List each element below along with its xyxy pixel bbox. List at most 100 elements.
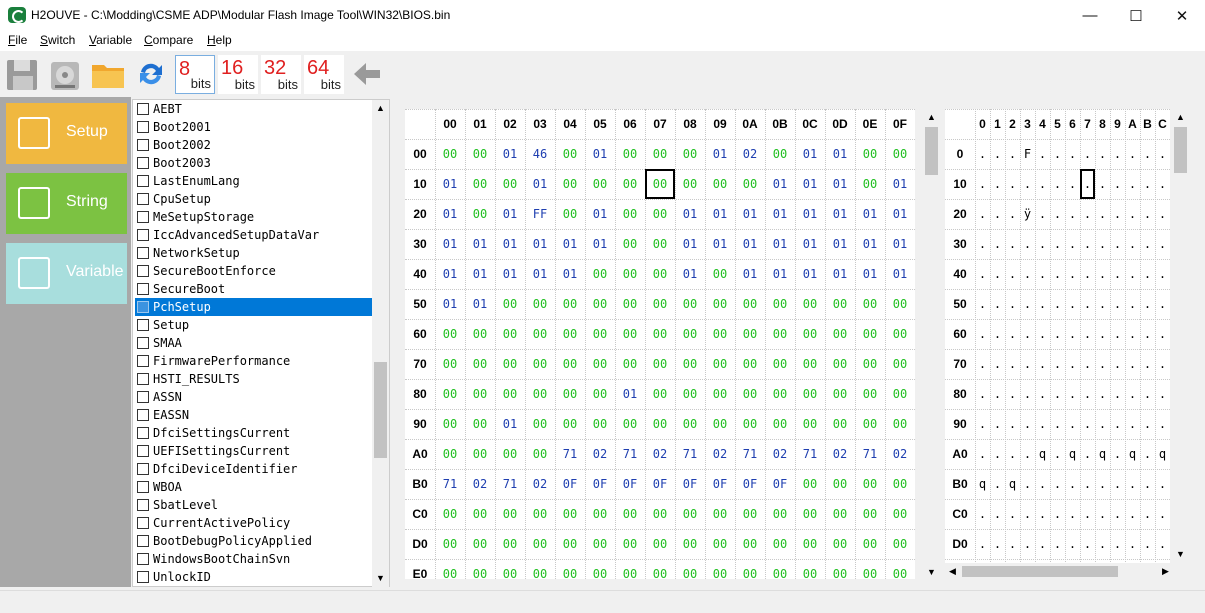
ascii-char[interactable]: . bbox=[990, 169, 1005, 199]
hex-byte[interactable]: 01 bbox=[765, 199, 795, 229]
ascii-char[interactable]: . bbox=[1080, 289, 1095, 319]
hex-byte[interactable]: 00 bbox=[885, 139, 915, 169]
variable-item[interactable]: Boot2001 bbox=[135, 118, 373, 136]
hex-byte[interactable]: 00 bbox=[675, 529, 705, 559]
ascii-char[interactable]: . bbox=[1110, 289, 1125, 319]
hex-byte[interactable]: 01 bbox=[465, 259, 495, 289]
hex-byte[interactable]: 00 bbox=[435, 139, 465, 169]
variable-item[interactable]: CurrentActivePolicy bbox=[135, 514, 373, 532]
hex-byte[interactable]: 00 bbox=[645, 379, 675, 409]
hex-byte[interactable]: 00 bbox=[495, 529, 525, 559]
ascii-char[interactable]: . bbox=[1110, 379, 1125, 409]
hex-byte[interactable]: 00 bbox=[585, 379, 615, 409]
hex-byte[interactable]: 00 bbox=[525, 559, 555, 579]
hex-byte[interactable]: 00 bbox=[525, 379, 555, 409]
ascii-char[interactable]: . bbox=[1140, 349, 1155, 379]
ascii-char[interactable]: . bbox=[1125, 319, 1140, 349]
ascii-char[interactable]: ÿ bbox=[1020, 199, 1035, 229]
hex-byte[interactable]: 00 bbox=[885, 499, 915, 529]
ascii-char[interactable]: . bbox=[1050, 379, 1065, 409]
variable-item[interactable]: SecureBoot bbox=[135, 280, 373, 298]
ascii-char[interactable]: . bbox=[1095, 139, 1110, 169]
variable-item[interactable]: ASSN bbox=[135, 388, 373, 406]
ascii-char[interactable]: . bbox=[1125, 229, 1140, 259]
ascii-char[interactable]: q bbox=[1005, 469, 1020, 499]
ascii-char[interactable]: . bbox=[990, 139, 1005, 169]
hex-byte[interactable]: 00 bbox=[645, 559, 675, 579]
ascii-char[interactable]: . bbox=[1050, 139, 1065, 169]
hex-byte[interactable]: 00 bbox=[765, 319, 795, 349]
hex-byte[interactable]: 71 bbox=[735, 439, 765, 469]
ascii-char[interactable]: . bbox=[1155, 499, 1170, 529]
hex-byte[interactable]: 00 bbox=[615, 319, 645, 349]
hex-byte[interactable]: 00 bbox=[765, 349, 795, 379]
hex-byte[interactable]: 00 bbox=[735, 169, 765, 199]
ascii-char[interactable]: . bbox=[1020, 529, 1035, 559]
hex-byte[interactable]: 00 bbox=[525, 409, 555, 439]
sidebar-string-button[interactable]: String bbox=[6, 173, 127, 234]
hex-byte[interactable]: 01 bbox=[885, 199, 915, 229]
ascii-char[interactable]: . bbox=[1110, 409, 1125, 439]
ascii-char[interactable]: . bbox=[1155, 349, 1170, 379]
hex-byte[interactable]: 00 bbox=[525, 349, 555, 379]
hex-byte[interactable]: 00 bbox=[855, 139, 885, 169]
ascii-char[interactable]: . bbox=[1050, 469, 1065, 499]
hex-byte[interactable]: 02 bbox=[585, 439, 615, 469]
hex-byte[interactable]: 71 bbox=[795, 439, 825, 469]
hex-byte[interactable]: 01 bbox=[795, 139, 825, 169]
hex-byte[interactable]: 00 bbox=[675, 139, 705, 169]
ascii-char[interactable]: . bbox=[1095, 319, 1110, 349]
ascii-char[interactable]: . bbox=[1125, 199, 1140, 229]
hex-byte[interactable]: 00 bbox=[735, 319, 765, 349]
ascii-char[interactable]: . bbox=[1005, 499, 1020, 529]
variable-checkbox[interactable] bbox=[137, 553, 149, 565]
ascii-char[interactable]: . bbox=[1125, 349, 1140, 379]
hex-byte[interactable]: 00 bbox=[495, 319, 525, 349]
ascii-char[interactable]: q bbox=[975, 469, 990, 499]
hex-byte[interactable]: 00 bbox=[855, 469, 885, 499]
hex-byte[interactable]: 01 bbox=[585, 139, 615, 169]
hex-byte[interactable]: 00 bbox=[735, 379, 765, 409]
ascii-char[interactable]: . bbox=[1140, 439, 1155, 469]
ascii-char[interactable]: . bbox=[1140, 529, 1155, 559]
ascii-char[interactable]: . bbox=[1110, 139, 1125, 169]
ascii-char[interactable]: . bbox=[1125, 379, 1140, 409]
ascii-char[interactable]: . bbox=[1140, 229, 1155, 259]
ascii-char[interactable]: . bbox=[1155, 139, 1170, 169]
ascii-char[interactable]: q bbox=[1035, 439, 1050, 469]
hex-byte[interactable]: 01 bbox=[435, 199, 465, 229]
hex-byte[interactable]: 00 bbox=[615, 199, 645, 229]
hex-byte[interactable]: 71 bbox=[495, 469, 525, 499]
hex-byte[interactable]: 01 bbox=[705, 199, 735, 229]
hex-byte[interactable]: 00 bbox=[465, 139, 495, 169]
hex-byte[interactable]: 00 bbox=[705, 349, 735, 379]
hex-byte[interactable]: 00 bbox=[525, 499, 555, 529]
ascii-char[interactable]: . bbox=[1095, 349, 1110, 379]
hex-byte[interactable]: 00 bbox=[885, 529, 915, 559]
hex-byte[interactable]: 00 bbox=[795, 409, 825, 439]
ascii-char[interactable]: . bbox=[1110, 319, 1125, 349]
hex-byte[interactable]: 00 bbox=[795, 349, 825, 379]
ascii-char[interactable]: . bbox=[1095, 379, 1110, 409]
hex-byte[interactable]: 01 bbox=[465, 229, 495, 259]
hex-byte[interactable]: 02 bbox=[885, 439, 915, 469]
hex-byte[interactable]: 0F bbox=[615, 469, 645, 499]
hex-byte[interactable]: 01 bbox=[495, 199, 525, 229]
hex-byte[interactable]: 0F bbox=[735, 469, 765, 499]
hex-byte[interactable]: 00 bbox=[615, 409, 645, 439]
hex-byte[interactable]: 00 bbox=[765, 499, 795, 529]
bits-16-button[interactable]: 16 bits bbox=[218, 55, 258, 94]
ascii-char[interactable]: . bbox=[1050, 319, 1065, 349]
variable-item[interactable]: Boot2002 bbox=[135, 136, 373, 154]
hex-byte[interactable]: 01 bbox=[735, 259, 765, 289]
variable-item[interactable]: BootDebugPolicyApplied bbox=[135, 532, 373, 550]
ascii-char[interactable]: . bbox=[1035, 289, 1050, 319]
ascii-char[interactable]: . bbox=[1035, 139, 1050, 169]
ascii-char[interactable]: . bbox=[1005, 439, 1020, 469]
ascii-char[interactable]: . bbox=[990, 379, 1005, 409]
hex-byte[interactable]: 00 bbox=[735, 349, 765, 379]
ascii-char[interactable]: . bbox=[1050, 229, 1065, 259]
hex-byte[interactable]: 01 bbox=[435, 229, 465, 259]
hex-byte[interactable]: FF bbox=[525, 199, 555, 229]
hex-byte[interactable]: 01 bbox=[705, 229, 735, 259]
